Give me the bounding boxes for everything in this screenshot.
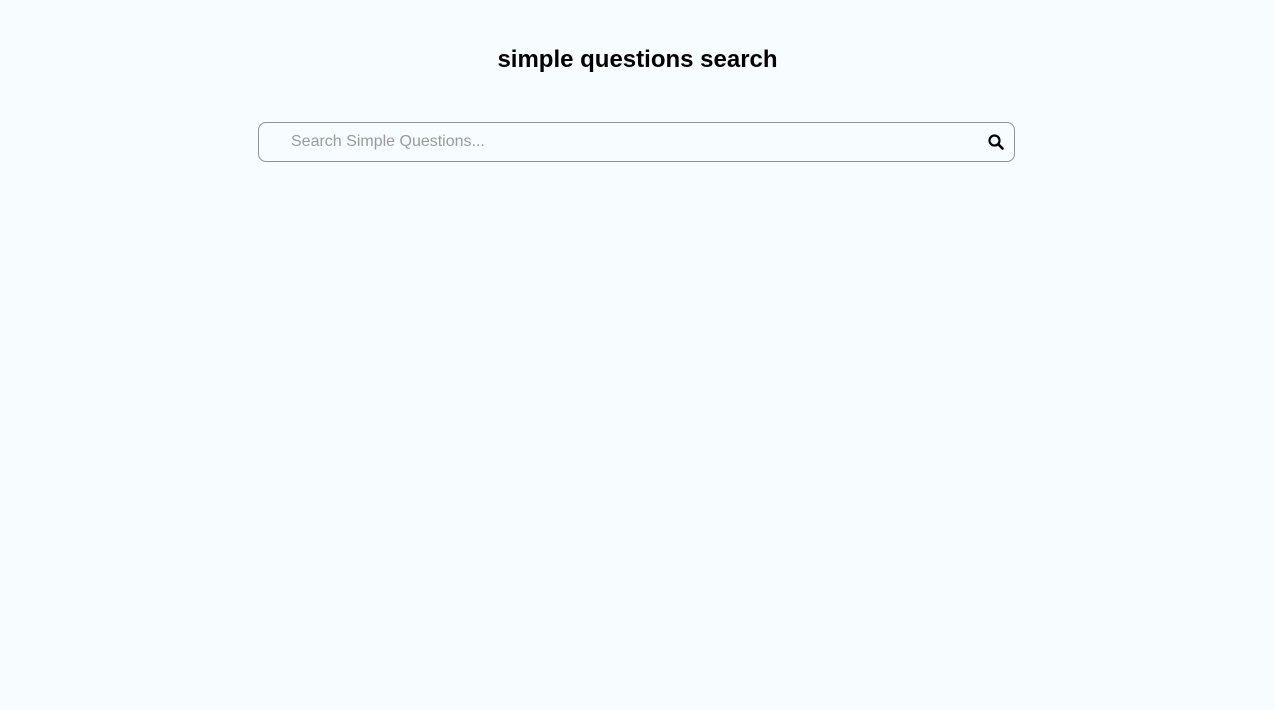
search-bar — [258, 122, 1015, 162]
page-title: simple questions search — [497, 46, 778, 73]
search-icon — [988, 134, 1004, 150]
search-input[interactable] — [289, 123, 971, 161]
search-button[interactable] — [986, 132, 1006, 152]
